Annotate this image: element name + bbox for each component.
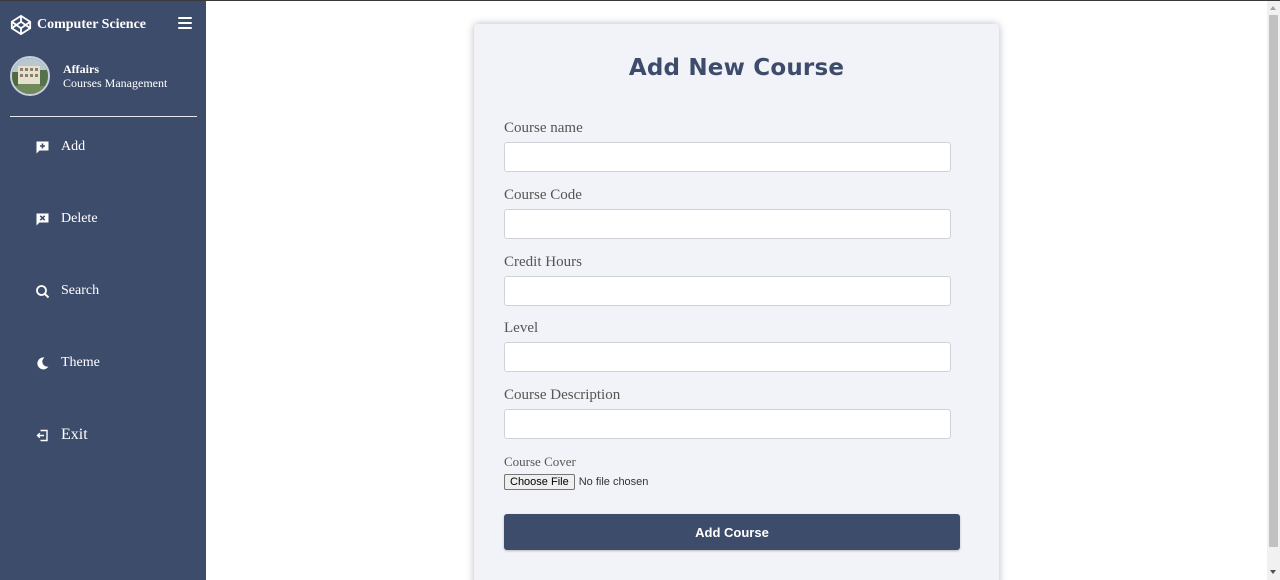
- course-name-input[interactable]: [504, 142, 951, 172]
- level-label: Level: [504, 320, 539, 336]
- sidebar-item-add[interactable]: Add: [35, 139, 85, 155]
- sidebar-divider: [10, 116, 197, 117]
- course-cover-file-input[interactable]: Choose File No file chosen: [504, 474, 648, 490]
- brand: Computer Science: [10, 13, 146, 37]
- course-code-label: Course Code: [504, 187, 582, 203]
- codepen-logo-icon: [10, 14, 32, 36]
- sidebar-item-label: Delete: [61, 211, 98, 226]
- profile: Affairs Courses Management: [10, 56, 167, 96]
- course-description-label: Course Description: [504, 387, 621, 403]
- sidebar-item-search[interactable]: Search: [35, 283, 99, 299]
- delete-comment-icon: [35, 212, 50, 227]
- sidebar-item-delete[interactable]: Delete: [35, 211, 98, 227]
- sidebar-item-label: Exit: [61, 426, 88, 443]
- course-cover-label: Course Cover: [504, 454, 576, 469]
- sidebar-item-exit[interactable]: Exit: [35, 426, 88, 444]
- credit-hours-label: Credit Hours: [504, 254, 582, 270]
- sidebar: Computer Science Affairs Courses Managem…: [0, 1, 206, 580]
- sidebar-item-label: Add: [61, 139, 86, 154]
- add-course-button[interactable]: Add Course: [504, 514, 960, 550]
- scroll-up-arrow-icon[interactable]: [1270, 6, 1276, 10]
- scrollbar[interactable]: [1267, 1, 1280, 580]
- scrollbar-thumb[interactable]: [1269, 15, 1278, 547]
- level-input[interactable]: [504, 342, 951, 372]
- avatar: [10, 56, 50, 96]
- profile-name: Affairs: [63, 62, 99, 76]
- course-description-input[interactable]: [504, 409, 951, 439]
- sidebar-item-theme[interactable]: Theme: [35, 355, 100, 371]
- moon-icon: [35, 356, 50, 371]
- logout-icon: [35, 428, 50, 443]
- hamburger-menu-icon[interactable]: [178, 17, 192, 31]
- add-course-card: Add New Course Course name Course Code C…: [474, 24, 999, 580]
- page-title: Add New Course: [628, 55, 845, 81]
- choose-file-button[interactable]: Choose File: [504, 474, 575, 490]
- profile-role: Courses Management: [63, 76, 168, 90]
- file-status-text: No file chosen: [578, 476, 649, 488]
- profile-text: Affairs Courses Management: [63, 62, 167, 90]
- course-code-input[interactable]: [504, 209, 951, 239]
- add-comment-icon: [35, 140, 50, 155]
- sidebar-item-label: Theme: [61, 355, 100, 370]
- search-icon: [35, 284, 50, 299]
- sidebar-item-label: Search: [61, 283, 100, 298]
- brand-title: Computer Science: [37, 17, 146, 32]
- course-name-label: Course name: [504, 120, 583, 136]
- scroll-down-arrow-icon[interactable]: [1270, 570, 1276, 574]
- credit-hours-input[interactable]: [504, 276, 951, 306]
